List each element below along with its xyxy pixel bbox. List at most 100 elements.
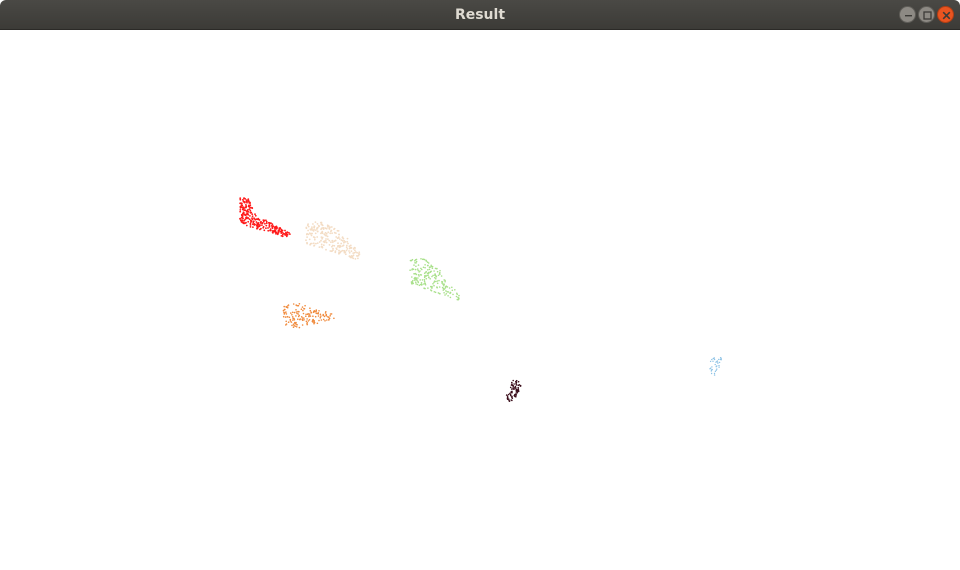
point (251, 215, 254, 218)
point (419, 270, 421, 272)
point (443, 284, 445, 287)
title-bar[interactable]: Result (0, 0, 960, 30)
point (293, 311, 296, 314)
point (446, 286, 449, 288)
point (316, 312, 318, 315)
point (313, 238, 316, 241)
point (436, 280, 439, 282)
point (444, 294, 446, 296)
point (313, 320, 316, 322)
point (458, 294, 460, 297)
point (440, 275, 443, 277)
point (314, 221, 317, 224)
point (455, 295, 458, 298)
point (292, 319, 294, 321)
point (451, 286, 453, 289)
render-canvas[interactable] (0, 30, 960, 570)
point (277, 231, 280, 234)
point (245, 221, 247, 224)
point (319, 316, 322, 319)
point (282, 309, 285, 312)
point (256, 227, 258, 230)
point (454, 289, 456, 291)
point (297, 304, 300, 307)
point (715, 369, 717, 371)
point (284, 229, 286, 232)
point (309, 315, 312, 317)
point (305, 315, 307, 318)
point-cloud-view (239, 197, 722, 403)
point (448, 287, 451, 289)
point (247, 205, 250, 208)
point (331, 239, 334, 242)
point (251, 207, 254, 209)
point (449, 296, 452, 299)
point (329, 232, 332, 235)
point (347, 242, 349, 245)
point (441, 286, 444, 289)
point (327, 225, 330, 227)
point (413, 264, 415, 266)
point (437, 274, 440, 277)
point (279, 227, 281, 229)
point (308, 319, 311, 321)
point (249, 215, 251, 217)
point (429, 266, 432, 268)
point (285, 313, 288, 315)
point (444, 279, 446, 282)
point (284, 308, 286, 311)
point (325, 241, 328, 244)
point (345, 249, 348, 252)
point (433, 291, 436, 293)
point (258, 219, 261, 221)
minimize-button[interactable] (899, 6, 916, 23)
point (709, 368, 711, 370)
close-button[interactable] (937, 6, 954, 23)
point (337, 242, 339, 245)
point (512, 386, 514, 388)
point (445, 290, 447, 292)
point (431, 267, 434, 270)
point (357, 254, 360, 257)
point (313, 321, 316, 324)
point-cluster-orange (282, 303, 335, 329)
maximize-button[interactable] (918, 6, 935, 23)
point (414, 277, 416, 279)
point (287, 321, 290, 324)
point (457, 298, 460, 300)
point (313, 228, 315, 231)
point (305, 313, 307, 316)
point (343, 249, 346, 252)
point (283, 305, 286, 308)
point (332, 249, 334, 252)
point (444, 286, 447, 288)
point (285, 232, 288, 235)
point (245, 224, 248, 227)
point (320, 319, 323, 321)
point (415, 283, 417, 285)
point (288, 316, 291, 319)
point (515, 396, 517, 398)
point (292, 303, 295, 305)
point (306, 322, 308, 325)
point (256, 223, 259, 225)
point (412, 282, 415, 285)
point (295, 326, 298, 328)
point (291, 314, 293, 316)
point (331, 245, 333, 248)
point (275, 231, 278, 234)
point (318, 246, 321, 249)
point (412, 268, 415, 270)
point (518, 384, 521, 386)
point (419, 279, 422, 281)
point (431, 285, 433, 288)
point-cluster-light-green (409, 258, 460, 301)
point (330, 313, 333, 315)
point (326, 319, 328, 321)
point (251, 217, 253, 220)
point (304, 304, 306, 307)
point (513, 383, 515, 385)
point (358, 251, 361, 254)
point (252, 226, 254, 229)
point (265, 227, 267, 230)
